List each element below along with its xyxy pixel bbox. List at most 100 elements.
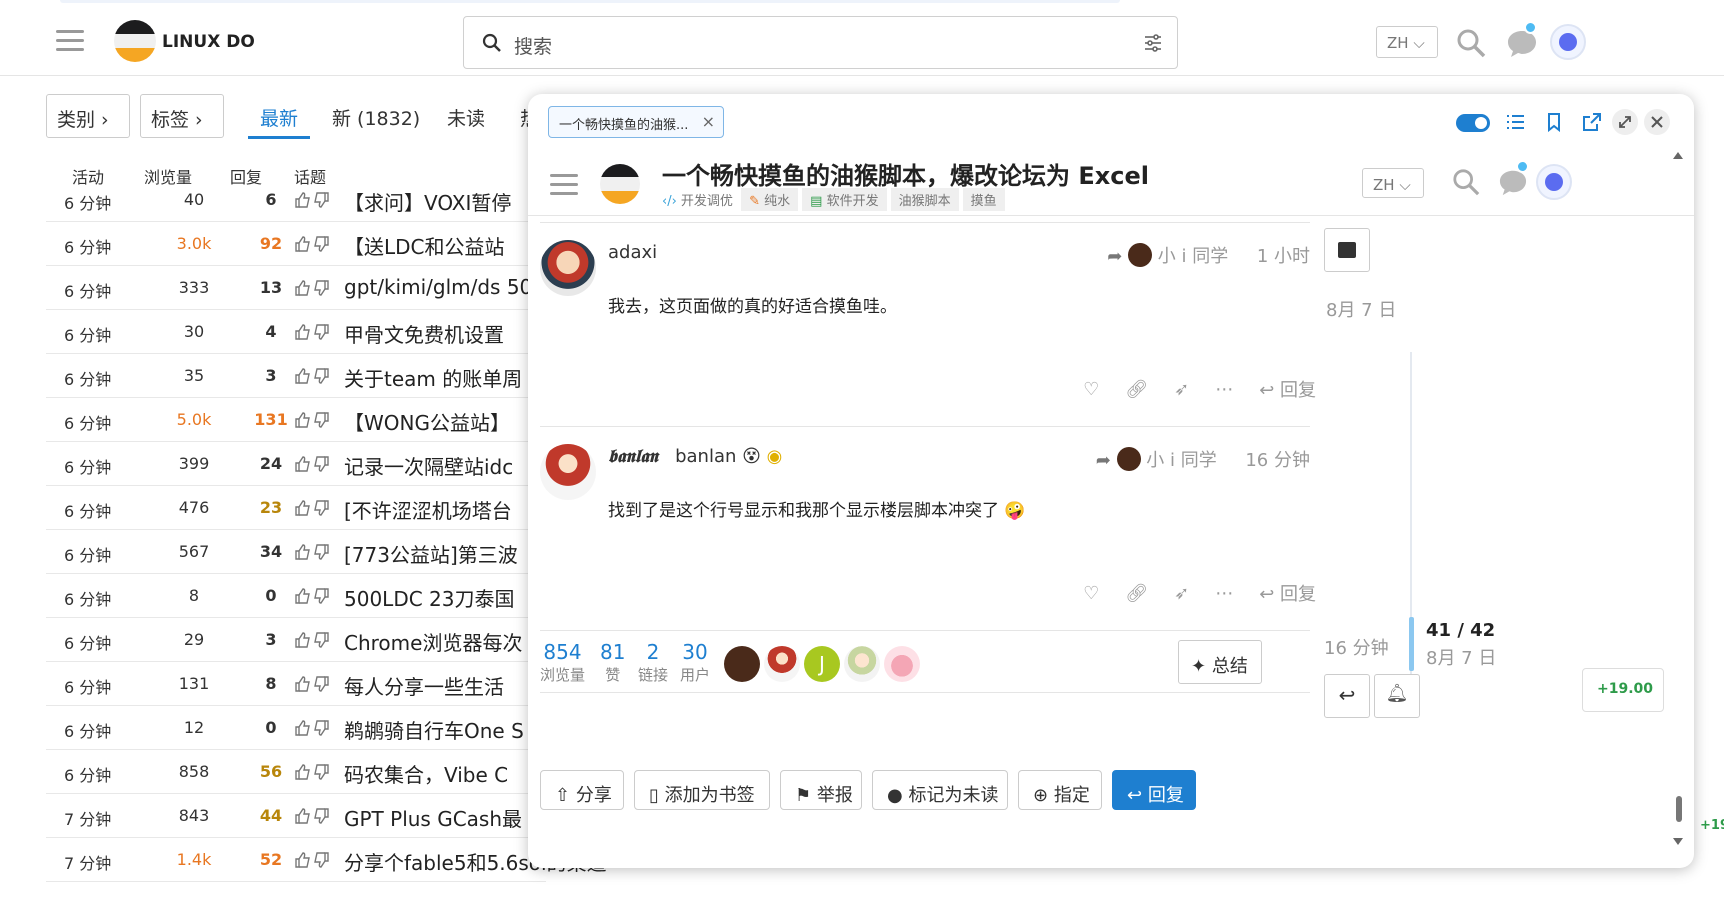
user-avatar[interactable] [540,240,596,296]
timeline-top-button[interactable] [1324,228,1370,272]
post-username[interactable]: banlan [675,446,736,467]
more-icon[interactable]: ⋯ [1215,583,1233,604]
topic-title-link[interactable]: 【求问】VOXI暂停 [344,187,511,216]
category-dropdown[interactable]: 类别 › [46,94,130,138]
table-row[interactable]: 6 分钟 30 4 甲骨文免费机设置 [46,310,546,354]
panel-tab[interactable]: 一个畅快摸鱼的油猴... × [548,106,724,138]
vote-icon[interactable] [294,499,330,521]
topic-activity[interactable]: 6 分钟 [64,542,111,566]
reply-button[interactable]: ↩ 回复 [1259,376,1316,402]
like-icon[interactable]: ♡ [1083,583,1099,604]
topic-title-link[interactable]: Chrome浏览器每次 [344,627,522,656]
participant-avatar[interactable]: J [804,646,840,682]
topic-activity[interactable]: 6 分钟 [64,454,111,478]
topic-activity[interactable]: 6 分钟 [64,410,111,434]
reply-to-avatar[interactable] [1116,447,1141,471]
participant-avatar[interactable] [724,646,760,682]
timeline-start-date[interactable]: 8月 7 日 [1326,296,1396,322]
more-icon[interactable]: ⋯ [1215,379,1233,400]
stat-links[interactable]: 2 链接 [638,640,668,685]
summary-button[interactable]: ✦ 总结 [1178,640,1262,684]
table-row[interactable]: 6 分钟 476 23 [不许涩涩机场塔台 [46,486,546,530]
table-row[interactable]: 6 分钟 131 8 每人分享一些生活 [46,662,546,706]
search-filter-icon[interactable] [1143,33,1163,53]
flag-button[interactable]: ⚑ 举报 [780,770,862,810]
table-row[interactable]: 6 分钟 12 0 鹈鹕骑自行车One S [46,706,546,750]
hamburger-menu-icon[interactable] [56,30,84,52]
vote-icon[interactable] [294,323,330,345]
scroll-down-icon[interactable] [1673,838,1683,845]
mark-unread-button[interactable]: ● 标记为未读 [872,770,1008,810]
tag-item[interactable]: ▤ 软件开发 [802,188,887,211]
post-display-name[interactable]: 𝖇𝖆𝖓𝖑𝖆𝖓 [608,446,658,467]
topic-activity[interactable]: 6 分钟 [64,322,111,346]
close-tab-icon[interactable]: × [702,112,715,131]
table-row[interactable]: 7 分钟 1.4k 52 分享个fable5和5.6sol的渠道 [46,838,607,882]
site-name[interactable]: LINUX DO [162,32,255,52]
table-row[interactable]: 6 分钟 8 0 500LDC 23刀泰国 [46,574,546,618]
topic-title[interactable]: 一个畅快摸鱼的油猴脚本，爆改论坛为 Excel [662,156,1149,191]
topic-activity[interactable]: 6 分钟 [64,586,111,610]
panel-toggle[interactable] [1456,114,1490,132]
reply-button[interactable]: ↩ 回复 [1259,580,1316,606]
topic-activity[interactable]: 6 分钟 [64,630,111,654]
vote-icon[interactable] [294,191,330,213]
search-icon[interactable] [1452,168,1480,196]
topic-activity[interactable]: 6 分钟 [64,498,111,522]
language-selector[interactable]: ZH ⌵ [1376,26,1438,58]
site-logo[interactable] [600,164,640,204]
boost-icon[interactable]: ➶ [1174,379,1189,400]
reply-to-name[interactable]: 小 i 同学 [1146,450,1216,471]
topic-activity[interactable]: 6 分钟 [64,674,111,698]
table-row[interactable]: 6 分钟 858 56 码农集合，Vibe C [46,750,546,794]
vote-icon[interactable] [294,235,330,257]
scrollbar-thumb[interactable] [1676,796,1682,822]
search-icon[interactable] [1456,28,1486,58]
vote-icon[interactable] [294,279,330,301]
bookmark-icon[interactable] [1544,112,1564,132]
vote-icon[interactable] [294,763,330,785]
assign-button[interactable]: ⊕ 指定 [1018,770,1102,810]
topic-title-link[interactable]: 500LDC 23刀泰国 [344,583,515,612]
topic-activity[interactable]: 6 分钟 [64,366,111,390]
vote-icon[interactable] [294,543,330,565]
table-row[interactable]: 6 分钟 40 6 【求问】VOXI暂停 [46,178,546,222]
edge-credit-badge[interactable]: +19 [1700,818,1724,833]
hamburger-menu-icon[interactable] [550,174,578,196]
reply-primary-button[interactable]: ↩ 回复 [1112,770,1196,810]
search-bar[interactable]: 搜索 [463,16,1178,69]
vote-icon[interactable] [294,455,330,477]
table-row[interactable]: 6 分钟 35 3 关于team 的账单周 [46,354,546,398]
panel-scrollbar[interactable] [1670,150,1684,850]
post-time[interactable]: 1 小时 [1257,246,1310,267]
table-row[interactable]: 6 分钟 5.0k 131 【WONG公益站】 [46,398,546,442]
vote-icon[interactable] [294,719,330,741]
link-icon[interactable]: 🔗︎ [1125,583,1148,604]
participant-avatar[interactable] [764,646,800,682]
participant-avatar[interactable] [844,646,880,682]
reply-to-name[interactable]: 小 i 同学 [1158,246,1228,267]
tab-latest[interactable]: 最新 [260,104,298,131]
timeline-handle[interactable] [1409,617,1414,671]
topic-title-link[interactable]: 【WONG公益站】 [344,407,510,436]
notification-level-button[interactable]: 🔔︎ [1374,674,1420,718]
table-row[interactable]: 6 分钟 333 13 gpt/kimi/glm/ds 50 [46,266,546,310]
topic-activity[interactable]: 7 分钟 [64,806,111,830]
vote-icon[interactable] [294,675,330,697]
stat-users[interactable]: 30 用户 [680,640,710,685]
user-avatar[interactable] [1550,24,1586,60]
like-icon[interactable]: ♡ [1083,379,1099,400]
topic-title-link[interactable]: 【送LDC和公益站 [344,231,505,260]
topic-activity[interactable]: 7 分钟 [64,850,111,874]
boost-icon[interactable]: ➶ [1174,583,1189,604]
post-username[interactable]: adaxi [608,242,657,263]
bookmark-button[interactable]: ▯ 添加为书签 [634,770,770,810]
topic-title-link[interactable]: 每人分享一些生活 [344,671,504,700]
site-logo[interactable] [114,20,156,62]
table-row[interactable]: 6 分钟 3.0k 92 【送LDC和公益站 [46,222,546,266]
topic-title-link[interactable]: 码农集合，Vibe C [344,759,508,788]
topic-activity[interactable]: 6 分钟 [64,190,111,214]
vote-icon[interactable] [294,587,330,609]
topic-title-link[interactable]: [773公益站]第三波 [344,539,518,568]
vote-icon[interactable] [294,367,330,389]
